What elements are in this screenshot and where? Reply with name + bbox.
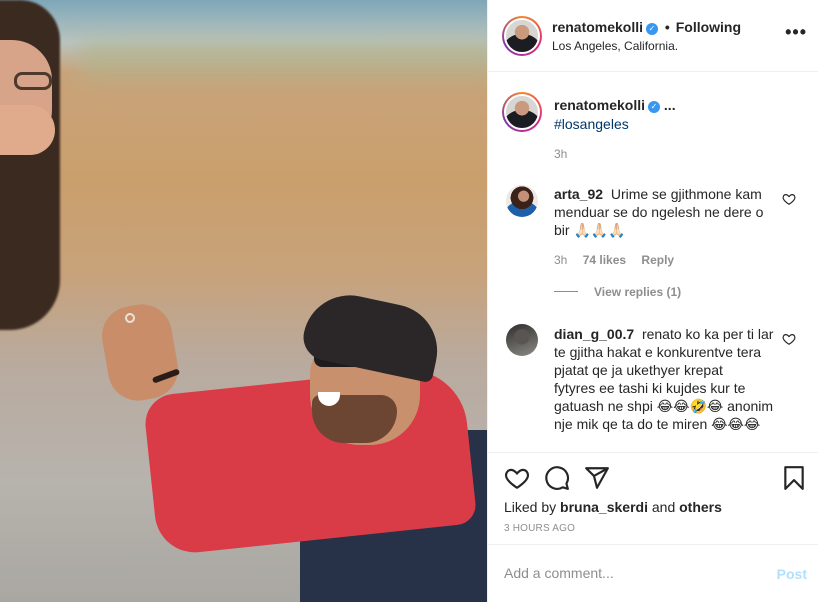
comment-text: Urime se gjithmone kam bbox=[610, 186, 762, 202]
comment-body: dian_g_00.7 renato ko ka per ti lar te g… bbox=[554, 325, 784, 433]
author-username[interactable]: renatomekolli bbox=[552, 19, 643, 35]
commenter-username[interactable]: dian_g_00.7 bbox=[554, 326, 634, 342]
photo-man-hand bbox=[97, 299, 183, 406]
comment-text-line: gatuash ne shpi 😂😂🤣😂 anonim bbox=[554, 398, 774, 414]
reply-button[interactable]: Reply bbox=[641, 253, 674, 267]
caption-author-avatar[interactable] bbox=[502, 92, 542, 132]
comment-meta: 3h 74 likes Reply bbox=[554, 253, 686, 267]
add-comment-bar: Post bbox=[488, 544, 818, 602]
commenter-avatar[interactable] bbox=[506, 185, 538, 217]
add-comment-input[interactable] bbox=[504, 565, 754, 581]
bookmark-icon[interactable] bbox=[781, 465, 807, 491]
author-line: renatomekolli ✓ • Following bbox=[552, 19, 741, 35]
verified-badge-icon: ✓ bbox=[648, 101, 661, 113]
comment-like-icon[interactable] bbox=[782, 332, 796, 349]
heart-icon[interactable] bbox=[504, 465, 530, 491]
more-options-icon[interactable]: ••• bbox=[785, 22, 807, 43]
post-side-panel: renatomekolli ✓ • Following Los Angeles, … bbox=[487, 0, 818, 602]
comment-text: renato ko ka per ti lar bbox=[641, 326, 774, 342]
photo-woman-glasses bbox=[14, 72, 52, 90]
post-timestamp[interactable]: 3 HOURS AGO bbox=[504, 523, 575, 534]
photo-woman-hand bbox=[0, 105, 55, 155]
comment-likes[interactable]: 74 likes bbox=[583, 253, 626, 267]
action-bar: Liked by bruna_skerdi and others 3 HOURS… bbox=[488, 452, 818, 544]
view-replies-button[interactable]: View replies (1) bbox=[554, 285, 681, 299]
comment-text-line: pjatat qe ja ukethyer krepat bbox=[554, 362, 723, 378]
caption-author-line: renatomekolli ✓ ... bbox=[554, 97, 676, 113]
verified-badge-icon: ✓ bbox=[646, 23, 659, 35]
comment-text-line: fytyres ee tashi ki kujdes kur te bbox=[554, 380, 746, 396]
post-header: renatomekolli ✓ • Following Los Angeles, … bbox=[488, 0, 818, 72]
comment-icon[interactable] bbox=[544, 465, 570, 491]
share-icon[interactable] bbox=[584, 465, 610, 491]
hashtag-link[interactable]: #losangeles bbox=[554, 116, 629, 132]
caption-username[interactable]: renatomekolli bbox=[554, 97, 645, 113]
location-link[interactable]: Los Angeles, California. bbox=[552, 39, 678, 53]
post-photo[interactable] bbox=[0, 0, 487, 602]
comment-like-icon[interactable] bbox=[782, 192, 796, 209]
photo-background-hill bbox=[80, 40, 487, 80]
author-avatar[interactable] bbox=[502, 16, 542, 56]
replies-divider bbox=[554, 291, 578, 292]
liked-by-and: and bbox=[651, 499, 676, 515]
comment-body: arta_92 Urime se gjithmone kam menduar s… bbox=[554, 185, 784, 239]
commenter-avatar[interactable] bbox=[506, 324, 538, 356]
caption-timestamp: 3h bbox=[554, 147, 568, 161]
comment-time: 3h bbox=[554, 253, 568, 267]
commenter-username[interactable]: arta_92 bbox=[554, 186, 603, 202]
comment-text-line: menduar se do ngelesh ne dere o bbox=[554, 204, 764, 220]
comment-text-line: nje mik qe ta do te miren 😂😂😂 bbox=[554, 416, 761, 432]
post-comment-button[interactable]: Post bbox=[777, 566, 807, 582]
liked-by-others[interactable]: others bbox=[679, 499, 722, 515]
liked-by-line: Liked by bruna_skerdi and others bbox=[504, 499, 722, 515]
view-replies-label: View replies (1) bbox=[594, 285, 682, 299]
photo-ring bbox=[125, 313, 135, 323]
following-button[interactable]: Following bbox=[676, 19, 741, 35]
liked-by-username[interactable]: bruna_skerdi bbox=[560, 499, 648, 515]
comment-text-line: bir 🙏🏻🙏🏻🙏🏻 bbox=[554, 222, 626, 238]
caption-truncated: ... bbox=[663, 97, 676, 113]
separator-dot: • bbox=[664, 19, 670, 35]
liked-by-prefix: Liked by bbox=[504, 499, 557, 515]
comment-text-line: te gjitha hakat e konkurentve tera bbox=[554, 344, 762, 360]
